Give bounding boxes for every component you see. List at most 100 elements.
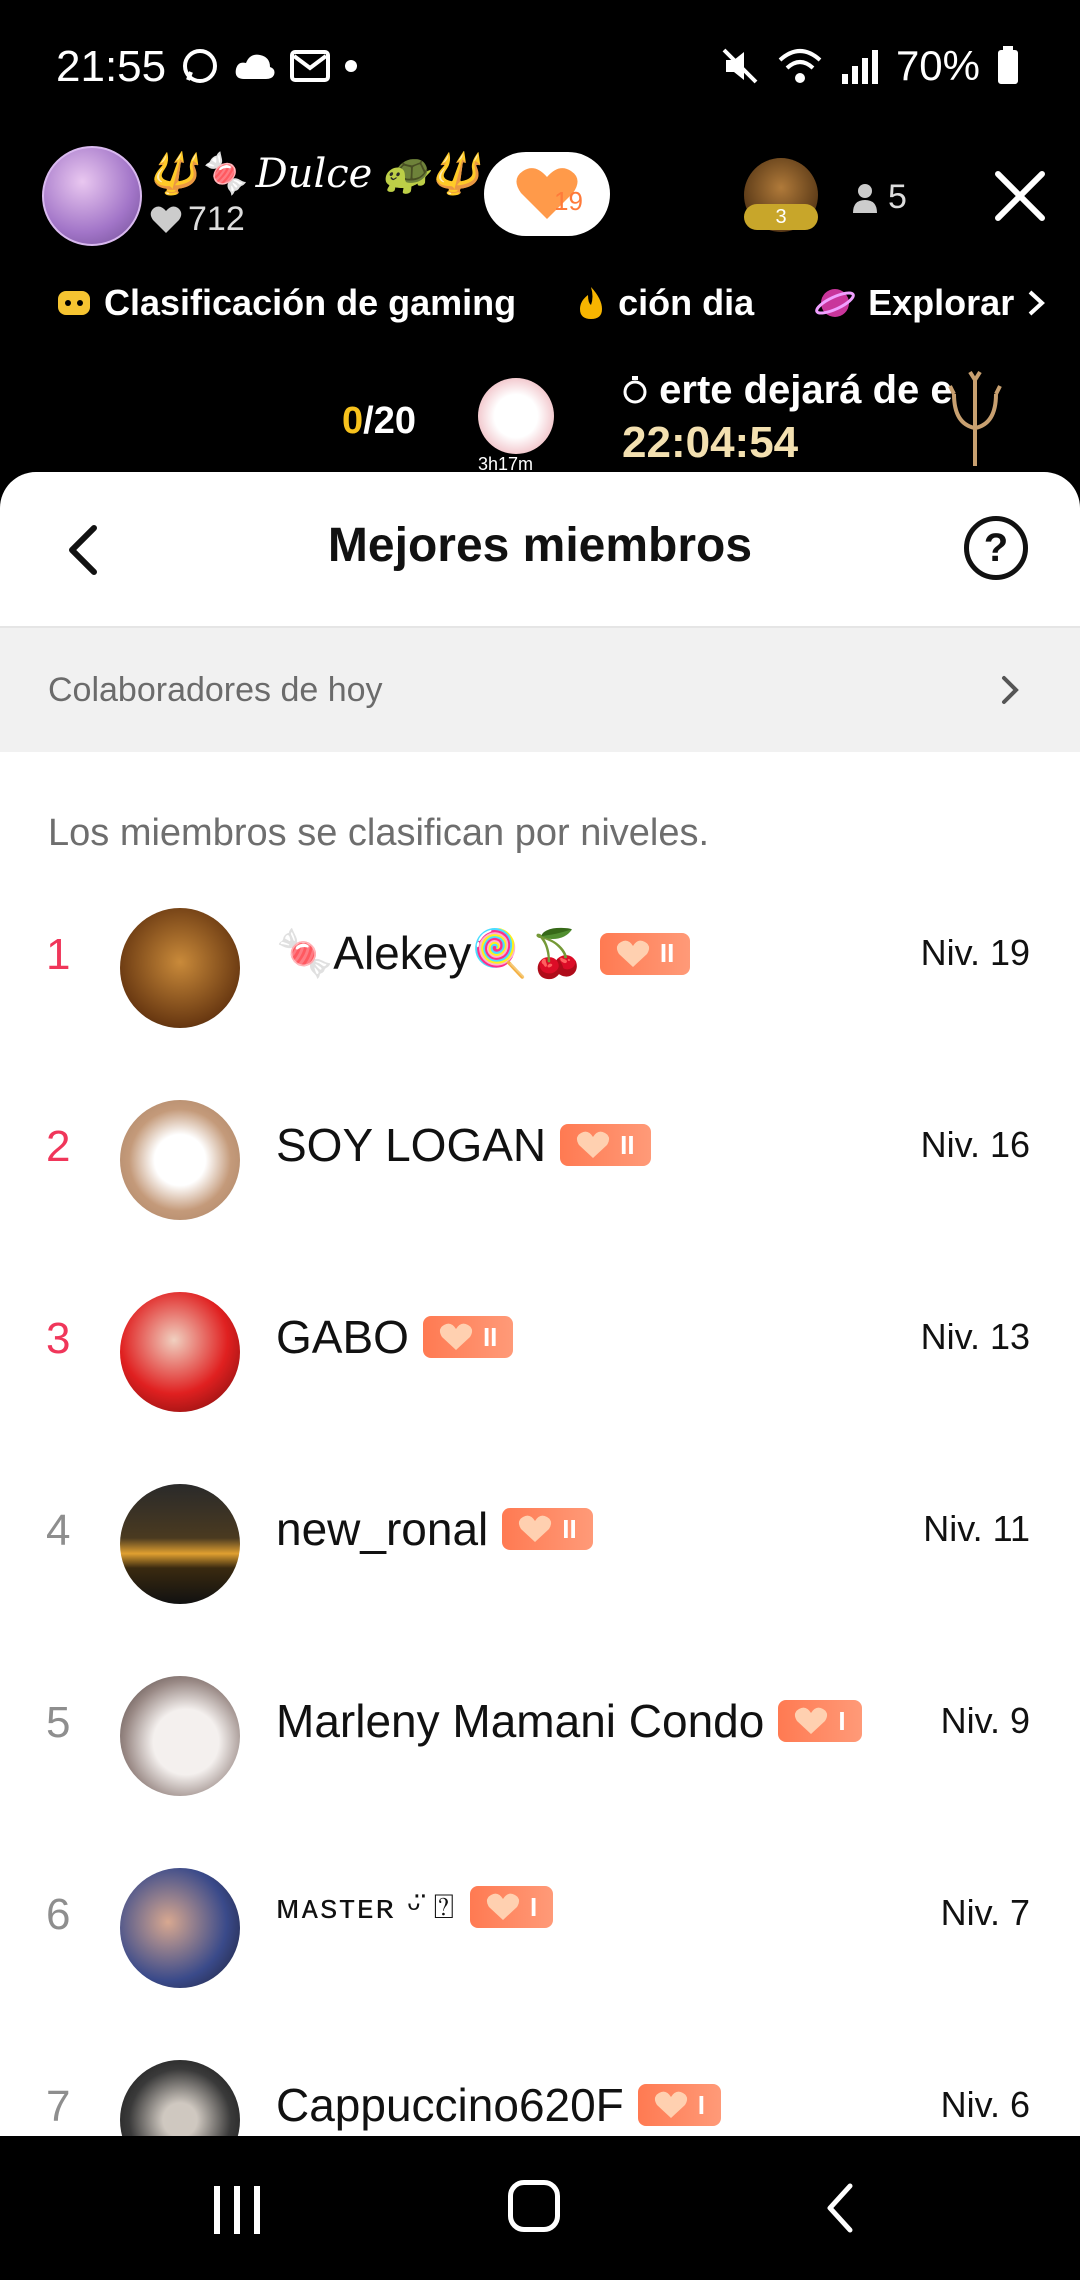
chip-explore-label: Explorar [868, 282, 1015, 323]
heart-icon [519, 1515, 552, 1542]
member-row[interactable]: 2 SOY LOGAN II Niv. 16 [0, 1064, 1080, 1256]
host-name[interactable]: 🔱🍬 Dulce 🐢🔱 [148, 150, 480, 197]
top-members-sheet: Mejores miembros ? Colaboradores de hoy … [0, 472, 1080, 2136]
ranking-note: Los miembros se clasifican por niveles. [48, 812, 710, 854]
signal-icon [841, 50, 878, 84]
avatar [120, 1868, 240, 1988]
member-rank: 2 [46, 1122, 71, 1171]
member-name-text: Cappuccino620F [276, 2079, 624, 2131]
member-row[interactable]: 3 GABO II Niv. 13 [0, 1256, 1080, 1448]
recent-apps-icon[interactable] [212, 2182, 262, 2238]
member-level: Niv. 11 [923, 1508, 1030, 1549]
goal-current: 0 [342, 400, 364, 442]
fan-badge-level: I [697, 2089, 706, 2120]
top-viewer-badge: 3 [744, 204, 818, 230]
cloud-icon [235, 54, 275, 79]
member-rank: 1 [46, 930, 71, 979]
viewer-count[interactable]: 5 [852, 178, 907, 217]
fan-badge-level: I [838, 1705, 846, 1736]
member-rank: 7 [46, 2082, 71, 2131]
chevron-right-icon[interactable] [1026, 288, 1046, 318]
fan-badge: II [599, 932, 691, 975]
chip-explore[interactable]: Explorar [814, 282, 1046, 324]
host-name-text: Dulce [255, 151, 373, 197]
member-name: SOY LOGAN II [276, 1118, 651, 1172]
member-level: Niv. 7 [940, 1892, 1030, 1933]
member-name-text: new_ronal [276, 1503, 489, 1555]
paw-gift-icon[interactable] [478, 378, 554, 454]
home-icon[interactable] [508, 2180, 560, 2232]
nav-back-icon[interactable] [820, 2180, 860, 2236]
chip-gaming-label: Clasificación de gaming [104, 282, 517, 323]
fan-badge-level: II [562, 1513, 577, 1544]
avatar [120, 1292, 240, 1412]
chip-daily[interactable]: ción dia [576, 282, 754, 324]
dot-icon [345, 60, 357, 72]
viewer-count-value: 5 [888, 178, 907, 216]
member-name: ᴍᴀsᴛᴇʀ ᵕ̈ ⍰ I [276, 1886, 554, 1928]
avatar [120, 1676, 240, 1796]
system-status: 70% [720, 42, 1020, 90]
help-icon[interactable]: ? [964, 516, 1028, 580]
member-level: Niv. 9 [940, 1700, 1030, 1741]
avatar [120, 1100, 240, 1220]
member-row[interactable]: 1 🍬Alekey🍭🍒 II Niv. 19 [0, 872, 1080, 1064]
mute-icon [722, 48, 758, 84]
sheet-title: Mejores miembros [327, 519, 753, 572]
member-name-text: Marleny Mamani Condo [276, 1695, 765, 1747]
status-bar: 21:55 70% [0, 0, 1080, 140]
member-row[interactable]: 4 new_ronal II Niv. 11 [0, 1448, 1080, 1640]
member-rank: 6 [46, 1890, 71, 1939]
mail-icon [290, 50, 330, 82]
whatsapp-icon [183, 49, 217, 83]
member-name-text: 🍬Alekey🍭🍒 [276, 927, 586, 979]
fan-badge: II [422, 1316, 514, 1358]
heart-icon [150, 206, 182, 233]
member-row[interactable]: 5 Marleny Mamani Condo I Niv. 9 [0, 1640, 1080, 1832]
fan-badge-level: II [482, 1321, 498, 1352]
avatar [120, 2060, 240, 2136]
member-row[interactable]: 6 ᴍᴀsᴛᴇʀ ᵕ̈ ⍰ I Niv. 7 [0, 1832, 1080, 2024]
chip-gaming[interactable]: Clasificación de gaming [56, 282, 516, 324]
goal-total: /20 [363, 400, 416, 442]
close-icon[interactable] [990, 166, 1050, 226]
member-name: Marleny Mamani Condo I [276, 1694, 862, 1748]
sheet-header: Mejores miembros ? [0, 472, 1080, 628]
host-name-decor-left: 🔱🍬 [148, 151, 248, 197]
heart-icon [577, 1131, 610, 1158]
member-row[interactable]: 7 Cappuccino620F I Niv. 6 [0, 2024, 1080, 2136]
avatar [120, 908, 240, 1028]
fan-badge-level: II [659, 938, 675, 968]
host-avatar[interactable] [42, 146, 142, 246]
member-level: Niv. 13 [920, 1316, 1030, 1357]
wifi-icon [778, 49, 822, 83]
timer-value: 22:04:54 [622, 418, 799, 467]
fire-icon [580, 287, 603, 319]
member-level: Niv. 16 [920, 1124, 1030, 1165]
fan-club-button[interactable]: 19 [484, 152, 610, 236]
member-rank: 3 [46, 1314, 71, 1363]
system-nav-bar [0, 2136, 1080, 2280]
host-name-decor-right: 🐢🔱 [380, 151, 480, 197]
person-icon [853, 183, 877, 213]
member-level: Niv. 6 [940, 2084, 1030, 2125]
collaborators-row[interactable]: Colaboradores de hoy [0, 628, 1080, 752]
fan-badge: I [637, 2084, 722, 2126]
member-rank: 4 [46, 1506, 71, 1555]
member-name: GABO II [276, 1310, 514, 1364]
battery-icon [998, 46, 1018, 84]
fan-badge: I [470, 1886, 554, 1928]
timer-label-text: erte dejará de e [659, 368, 953, 412]
planet-icon [815, 289, 855, 317]
member-name-text: SOY LOGAN [276, 1119, 547, 1171]
trident-icon [948, 370, 1002, 466]
heart-icon [439, 1323, 473, 1350]
collaborators-label: Colaboradores de hoy [48, 670, 383, 709]
fan-badge: II [502, 1508, 593, 1550]
heart-icon [616, 940, 649, 967]
member-level: Niv. 19 [920, 932, 1030, 973]
gamepad-icon [58, 291, 90, 315]
battery-percent: 70% [895, 42, 980, 89]
member-name: 🍬Alekey🍭🍒 II [276, 926, 691, 981]
host-likes-count: 712 [188, 200, 245, 238]
